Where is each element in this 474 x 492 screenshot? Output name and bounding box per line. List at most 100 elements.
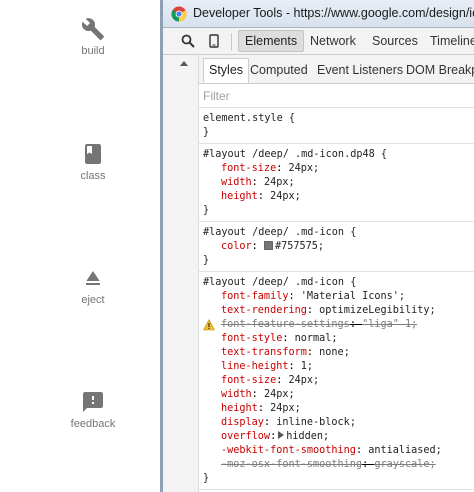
scrollbar[interactable] — [163, 55, 199, 492]
property-name: height — [221, 191, 258, 202]
css-declaration[interactable]: display: inline-block; — [199, 416, 474, 430]
css-declaration-overridden[interactable]: font-feature-settings: "liga" 1; — [199, 318, 474, 332]
property-name: overflow — [221, 431, 271, 442]
css-rule: #layout /deep/ .md-icon { font-family: '… — [199, 272, 474, 490]
rule-selector[interactable]: #layout /deep/ .md-icon.dp48 { — [199, 148, 474, 162]
property-name: color — [221, 241, 252, 252]
css-declaration[interactable]: width: 24px; — [199, 176, 474, 190]
wrench-icon — [81, 18, 104, 40]
rule-close-brace: } — [203, 127, 210, 138]
property-name: font-size — [221, 163, 277, 174]
rule-close-brace: } — [203, 255, 210, 266]
css-declaration[interactable]: height: 24px; — [199, 190, 474, 204]
property-name: font-size — [221, 375, 277, 386]
css-declaration[interactable]: -webkit-font-smoothing: antialiased; — [199, 444, 474, 458]
property-value: hidden; — [286, 431, 330, 442]
property-value: 24px; — [263, 177, 295, 188]
subtab-computed[interactable]: Computed — [250, 63, 308, 77]
css-declaration[interactable]: font-size: 24px; — [199, 374, 474, 388]
property-name: display — [221, 417, 264, 428]
rule-close-brace: } — [203, 205, 210, 216]
property-name: width — [221, 177, 252, 188]
property-name: -moz-osx-font-smoothing — [221, 459, 363, 470]
styles-pane: Filter element.style { } #layout /deep/ … — [199, 84, 474, 492]
property-value: 24px; — [288, 163, 320, 174]
tab-timeline[interactable]: Timeline — [430, 34, 474, 48]
toolbar-divider — [231, 33, 232, 50]
chrome-logo-icon — [171, 6, 187, 22]
devtools-window: Developer Tools - https://www.google.com… — [160, 0, 474, 492]
devtools-toolbar: Elements Network Sources Timeline — [163, 28, 474, 55]
tile-label-feedback: feedback — [70, 418, 116, 430]
property-value: 1; — [300, 361, 314, 372]
icon-tile-class[interactable]: class — [0, 142, 186, 182]
css-declaration[interactable]: color: #757575; — [199, 240, 474, 254]
subtab-styles[interactable]: Styles — [203, 58, 250, 83]
css-declaration[interactable]: overflow: hidden; — [199, 430, 474, 444]
rule-selector[interactable]: element.style { — [199, 112, 474, 126]
property-value: 24px; — [263, 389, 295, 400]
css-rule: #layout /deep/ .md-icon { color: #757575… — [199, 222, 474, 272]
css-declaration[interactable]: font-style: normal; — [199, 332, 474, 346]
css-declaration[interactable]: text-rendering: optimizeLegibility; — [199, 304, 474, 318]
css-declaration[interactable]: width: 24px; — [199, 388, 474, 402]
property-name: text-transform — [221, 347, 307, 358]
property-value: 24px; — [270, 191, 301, 202]
subtab-event-listeners[interactable]: Event Listeners — [317, 63, 403, 77]
rule-close-brace: } — [203, 473, 210, 484]
tile-label-class: class — [80, 170, 106, 182]
css-rule: #layout /deep/ .md-icon.dp48 { font-size… — [199, 144, 474, 222]
warning-icon — [203, 319, 215, 331]
rule-selector[interactable]: #layout /deep/ .md-icon { — [199, 276, 474, 290]
css-declaration-overridden[interactable]: -moz-osx-font-smoothing: grayscale; — [199, 458, 474, 472]
bookmark-book-icon — [85, 144, 101, 164]
property-name: -webkit-font-smoothing — [221, 445, 356, 456]
subtab-dom-breakpoints[interactable]: DOM Breakpo — [406, 63, 474, 77]
property-value: inline-block; — [276, 417, 356, 428]
icon-tile-feedback[interactable]: feedback — [0, 390, 186, 430]
property-name: font-style — [221, 333, 283, 344]
tab-elements[interactable]: Elements — [238, 30, 305, 52]
css-declaration[interactable]: font-size: 24px; — [199, 162, 474, 176]
eject-icon — [86, 271, 100, 285]
css-declaration[interactable]: font-family: 'Material Icons'; — [199, 290, 474, 304]
property-name: line-height — [221, 361, 289, 372]
css-declaration[interactable]: height: 24px; — [199, 402, 474, 416]
property-value: "liga" 1; — [362, 319, 418, 330]
tab-network[interactable]: Network — [310, 34, 356, 48]
property-value: none; — [319, 347, 350, 358]
color-swatch[interactable] — [263, 241, 273, 250]
rule-selector[interactable]: #layout /deep/ .md-icon { — [199, 226, 474, 240]
icon-tile-eject[interactable]: eject — [0, 266, 186, 306]
css-declaration[interactable]: line-height: 1; — [199, 360, 474, 374]
device-mode-icon[interactable] — [207, 34, 221, 48]
tile-label-build: build — [81, 45, 105, 57]
feedback-bubble-icon — [83, 392, 103, 412]
icon-gallery: build class eject feedback — [0, 0, 162, 492]
filter-input[interactable]: Filter — [199, 84, 474, 108]
styles-subtabs: Styles Computed Event Listeners DOM Brea… — [199, 55, 474, 84]
scroll-up-arrow-icon[interactable] — [180, 61, 188, 66]
tile-label-eject: eject — [81, 294, 105, 306]
search-icon[interactable] — [181, 34, 195, 48]
expand-triangle-icon[interactable] — [278, 431, 285, 439]
property-value: 'Material Icons'; — [300, 291, 406, 302]
property-name: font-feature-settings — [221, 319, 350, 330]
property-value: #757575; — [274, 241, 325, 252]
property-value: 24px; — [288, 375, 320, 386]
css-rule: element.style { } — [199, 108, 474, 144]
property-value: normal; — [294, 333, 338, 344]
css-declaration[interactable]: text-transform: none; — [199, 346, 474, 360]
property-value: grayscale; — [374, 459, 436, 470]
window-title: Developer Tools - https://www.google.com… — [193, 6, 474, 20]
property-value: optimizeLegibility; — [319, 305, 436, 316]
property-name: height — [221, 403, 258, 414]
property-value: antialiased; — [368, 445, 442, 456]
tab-sources[interactable]: Sources — [372, 34, 418, 48]
window-titlebar[interactable]: Developer Tools - https://www.google.com… — [163, 0, 474, 28]
property-name: width — [221, 389, 252, 400]
property-value: 24px; — [270, 403, 301, 414]
property-name: font-family — [221, 291, 289, 302]
icon-tile-build[interactable]: build — [0, 17, 186, 57]
property-name: text-rendering — [221, 305, 307, 316]
